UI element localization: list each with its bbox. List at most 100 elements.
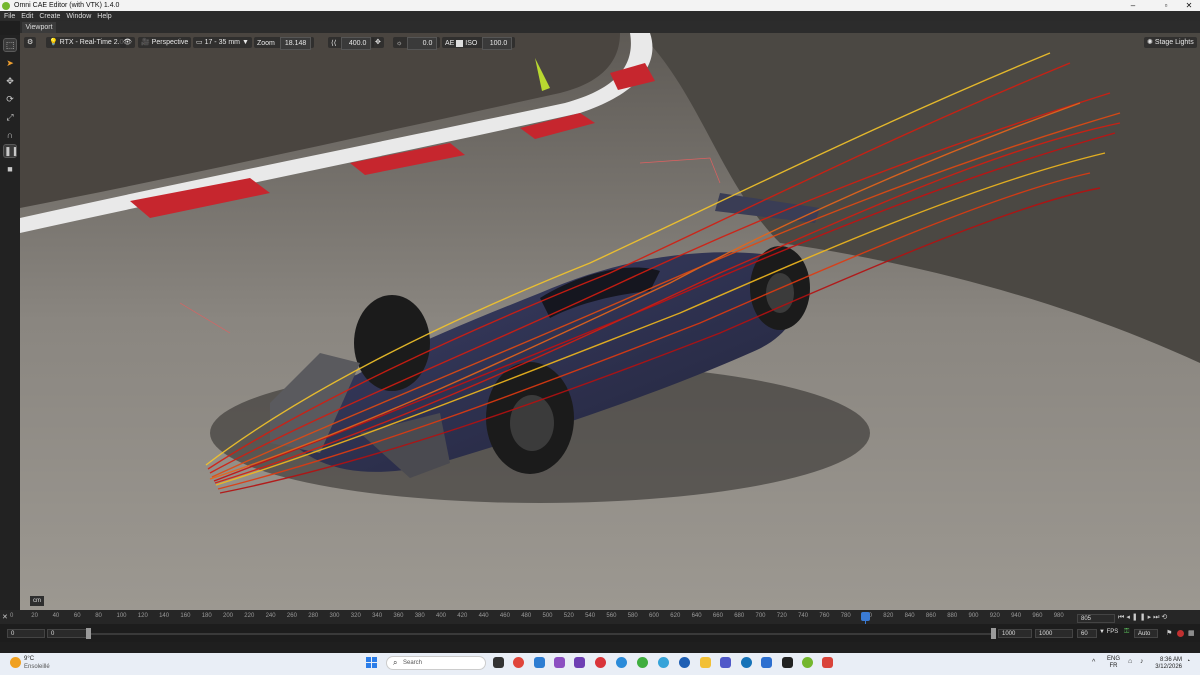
tray-chevron-icon[interactable]: ^: [1092, 659, 1095, 666]
teal-app-icon[interactable]: [658, 657, 669, 668]
auto-key-button[interactable]: Auto: [1134, 629, 1158, 638]
timeline-tick-label: 740: [798, 613, 809, 619]
timeline-tick-label: 660: [712, 613, 723, 619]
timeline-tick-label: 680: [734, 613, 745, 619]
timeline-tick-label: 140: [159, 613, 170, 619]
tab-viewport[interactable]: Viewport: [22, 22, 56, 33]
windows-start-icon[interactable]: [366, 657, 377, 668]
visual-studio-icon[interactable]: [554, 657, 565, 668]
menu-window[interactable]: Window: [66, 13, 91, 20]
timeline-tick-label: 0: [10, 613, 14, 619]
timeline-tick-label: 40: [52, 613, 60, 619]
timeline-tick-label: 240: [265, 613, 276, 619]
rotate-icon[interactable]: ⟳: [4, 93, 16, 105]
timeline-tick-label: 760: [819, 613, 830, 619]
volume-icon[interactable]: ♪: [1140, 658, 1144, 665]
iso-input[interactable]: 100.0: [482, 37, 513, 50]
edge-alt-icon[interactable]: [741, 657, 752, 668]
timeline-tick-label: 100: [116, 613, 127, 619]
edge-icon[interactable]: [616, 657, 627, 668]
vscode-icon[interactable]: [534, 657, 545, 668]
search-placeholder: Search: [403, 660, 423, 666]
red-app-icon[interactable]: [595, 657, 606, 668]
timeline-tick-label: 160: [180, 613, 191, 619]
timeline-tick-label: 400: [436, 613, 447, 619]
pause-icon[interactable]: ❚❚: [1132, 614, 1148, 621]
pause-icon[interactable]: ❚❚: [3, 144, 19, 158]
start-inner-input[interactable]: 0: [47, 629, 87, 638]
end-inner-input[interactable]: 1000: [998, 629, 1032, 638]
maximize-button[interactable]: ▫: [1155, 0, 1177, 11]
speed-input[interactable]: 400.0: [341, 37, 372, 50]
notifications-icon[interactable]: ◔: [1186, 658, 1190, 665]
viewport[interactable]: [20, 33, 1200, 610]
task-view-icon[interactable]: [493, 657, 504, 668]
select-mode-icon[interactable]: ⬚: [3, 38, 17, 52]
teams-icon[interactable]: [720, 657, 731, 668]
snap-icon[interactable]: ∩: [4, 129, 16, 141]
chrome-icon[interactable]: [513, 657, 524, 668]
record-icon[interactable]: [1177, 630, 1184, 637]
red-square-app-icon[interactable]: [822, 657, 833, 668]
search-icon: ⌕: [393, 658, 398, 667]
range-bar[interactable]: [91, 633, 991, 635]
vs-preview-icon[interactable]: [574, 657, 585, 668]
search-box[interactable]: ⌕ Search: [386, 656, 486, 670]
timeline-tick-label: 460: [499, 613, 510, 619]
sun-icon: ☼: [396, 40, 403, 47]
stage-lights-button[interactable]: ✺ Stage Lights: [1144, 37, 1197, 48]
end-frame-input[interactable]: 1000: [1035, 629, 1073, 638]
network-icon[interactable]: ⌂: [1128, 658, 1132, 665]
ae-checkbox[interactable]: [456, 39, 464, 47]
range-end-handle[interactable]: [991, 628, 996, 639]
move-icon[interactable]: ✥: [4, 75, 16, 87]
timeline-tick-label: 580: [627, 613, 638, 619]
key-icon[interactable]: ⚿: [1124, 628, 1129, 636]
weather-icon[interactable]: [10, 657, 21, 668]
close-button[interactable]: ✕: [1178, 0, 1200, 11]
zoom-input[interactable]: 18.148: [279, 37, 312, 50]
timeline-close-icon[interactable]: ✕: [2, 613, 8, 621]
menu-create[interactable]: Create: [39, 13, 60, 20]
renderer-selector[interactable]: 💡 RTX - Real-Time 2.0: [46, 37, 127, 48]
timeline-tick-label: 300: [329, 613, 340, 619]
loop-icon[interactable]: ⟲: [1161, 614, 1169, 621]
timeline-tick-label: 900: [968, 613, 979, 619]
menu-edit[interactable]: Edit: [21, 13, 33, 20]
grid-icon[interactable]: ▦: [1188, 629, 1195, 637]
visibility-eye-button[interactable]: 👁: [120, 37, 135, 48]
iso-label: ISO: [465, 40, 478, 47]
menu-file[interactable]: File: [4, 13, 15, 20]
language-indicator[interactable]: ENG FR: [1107, 656, 1120, 670]
timeline-tick-label: 520: [563, 613, 574, 619]
weather-temp: 9°C: [24, 656, 35, 662]
menu-help[interactable]: Help: [97, 13, 111, 20]
exposure-input[interactable]: 0.0: [407, 37, 438, 50]
start-frame-input[interactable]: 0: [7, 629, 45, 638]
fps-input[interactable]: 60: [1077, 629, 1097, 638]
region-code: FR: [1109, 663, 1118, 669]
green-app-icon[interactable]: [637, 657, 648, 668]
clock-time: 8:36 AM: [1159, 657, 1182, 663]
filter-icon[interactable]: ⚑: [1166, 629, 1172, 637]
viewport-settings-button[interactable]: ⚙: [24, 37, 37, 48]
omniverse-icon[interactable]: [802, 657, 813, 668]
timeline-tick-label: 880: [947, 613, 958, 619]
timeline-tick-label: 340: [372, 613, 383, 619]
title-bar: Omni CAE Editor (with VTK) 1.4.0: [0, 0, 1200, 11]
camera-selector[interactable]: 🎥 Perspective: [138, 37, 192, 48]
terminal-icon[interactable]: [782, 657, 793, 668]
file-explorer-icon[interactable]: [700, 657, 711, 668]
minimize-button[interactable]: –: [1122, 0, 1144, 11]
tab-strip: [20, 21, 1200, 33]
lens-selector[interactable]: ▭ 17 - 35 mm ▼: [193, 37, 252, 48]
timeline-tick-label: 380: [414, 613, 425, 619]
clock[interactable]: 8:36 AM 3/12/2026: [1152, 657, 1182, 671]
stop-icon[interactable]: ■: [4, 163, 16, 175]
navigation-move-button[interactable]: ✥: [372, 37, 384, 48]
blue-app-icon[interactable]: [679, 657, 690, 668]
scale-icon[interactable]: ⤢: [4, 111, 16, 123]
select-arrow-icon[interactable]: ➤: [4, 57, 16, 69]
current-frame-input[interactable]: 805: [1077, 614, 1115, 623]
outlook-icon[interactable]: [761, 657, 772, 668]
